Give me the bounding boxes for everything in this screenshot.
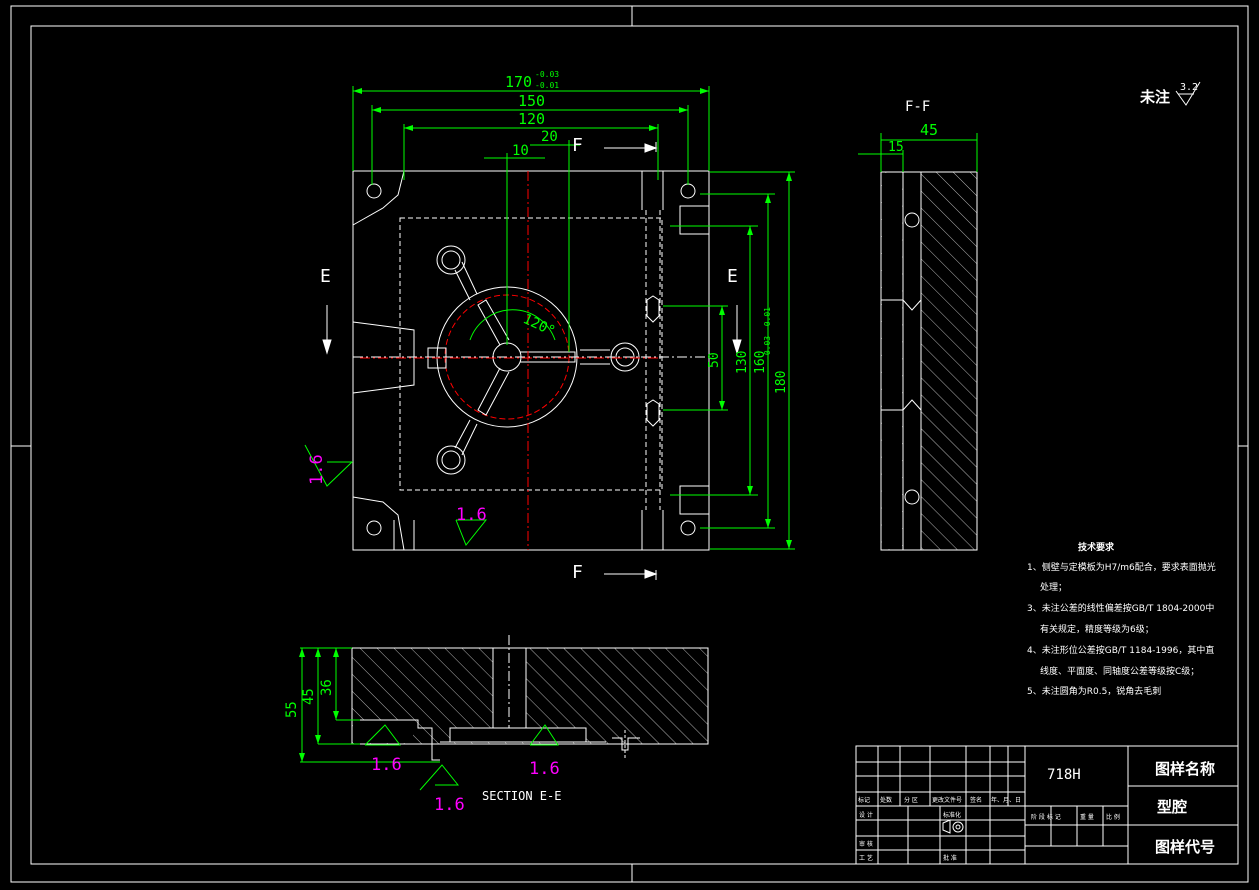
title-block-hdr-label: 标记 <box>858 796 870 804</box>
roughness-note-label: 未注 <box>1139 88 1170 106</box>
title-block-row-label: 审 核 <box>859 840 873 848</box>
dim-top-10: 10 <box>512 143 529 159</box>
title-block-hdr-label: 处数 <box>880 796 892 804</box>
title-block-row-label: 工 艺 <box>859 854 873 862</box>
dim-angle: 120° <box>520 311 557 340</box>
cut-label-e-right: E <box>727 266 738 287</box>
dim-top-120: 120 <box>518 110 545 128</box>
tech-req-line: 处理； <box>1040 581 1067 593</box>
tech-req-line: 1、侧壁与定模板为H7/m6配合，要求表面抛光 <box>1027 561 1216 573</box>
tech-req-title: 技术要求 <box>1078 541 1115 553</box>
title-block-hdr-label: 签名 <box>970 796 982 804</box>
dim-top-overall: 170 <box>505 73 532 91</box>
dim-right-130: 130 <box>735 351 750 374</box>
title-block-row-label: 标准化 <box>943 811 961 819</box>
title-block-hdr-label: 更改文件号 <box>932 796 962 804</box>
dim-top-20: 20 <box>541 129 558 145</box>
title-block-stage-label: 比 例 <box>1106 813 1120 821</box>
roughness-3: 1.6 <box>371 755 402 775</box>
tech-req-line: 有关规定，精度等级为6级； <box>1040 623 1154 635</box>
dim-right-180-tol: -0.03 -0.01 <box>763 307 772 360</box>
title-block-stage-label: 重 量 <box>1080 813 1094 821</box>
dim-right-180: 180 <box>774 371 789 394</box>
section-ee-label: SECTION E-E <box>482 789 561 803</box>
dim-low-55: 55 <box>284 701 300 718</box>
dim-top-overall-tol-lower: -0.01 <box>535 81 559 90</box>
cut-label-f-top: F <box>572 135 583 156</box>
title-block-hdr-label: 年、月、日 <box>991 796 1021 804</box>
roughness-note-value: 3.2 <box>1180 82 1198 93</box>
dim-low-36: 36 <box>319 679 335 696</box>
title-block-drawing-name-label: 图样名称 <box>1155 760 1215 778</box>
title-block-drawing-code-label: 图样代号 <box>1155 838 1215 856</box>
title-block-material: 718H <box>1047 767 1081 783</box>
cut-label-e-left: E <box>320 266 331 287</box>
tech-req-line: 线度、平面度、同轴度公差等级按C级； <box>1040 665 1199 677</box>
drawing-text: 未注 3.2 F-F SECTION E-E F F E E 170 -0.03… <box>284 70 1216 862</box>
roughness-1: 1.6 <box>307 454 327 485</box>
title-block-row-label: 设 计 <box>859 811 873 819</box>
cut-label-f-bottom: F <box>572 562 583 583</box>
title-block-stage-label: 阶 段 标 记 <box>1031 813 1061 821</box>
roughness-5: 1.6 <box>434 795 465 815</box>
tech-req-line: 4、未注形位公差按GB/T 1184-1996，其中直 <box>1027 644 1214 656</box>
tech-req-line: 5、未注圆角为R0.5，锐角去毛刺 <box>1027 685 1161 697</box>
tech-req-line: 3、未注公差的线性偏差按GB/T 1804-2000中 <box>1027 602 1214 614</box>
dim-side-15: 15 <box>888 140 904 155</box>
dim-side-45: 45 <box>920 121 938 139</box>
title-block-hdr-label: 分 区 <box>904 796 918 804</box>
roughness-2: 1.6 <box>456 505 487 525</box>
roughness-4: 1.6 <box>529 759 560 779</box>
section-ff-label: F-F <box>905 99 930 115</box>
dim-low-45: 45 <box>301 688 317 705</box>
title-block-row-label: 批 准 <box>943 854 957 862</box>
title-block-part-name: 型腔 <box>1157 798 1187 816</box>
dim-top-overall-tol-upper: -0.03 <box>535 70 559 79</box>
dim-right-50: 50 <box>707 352 722 368</box>
dim-top-150: 150 <box>518 92 545 110</box>
